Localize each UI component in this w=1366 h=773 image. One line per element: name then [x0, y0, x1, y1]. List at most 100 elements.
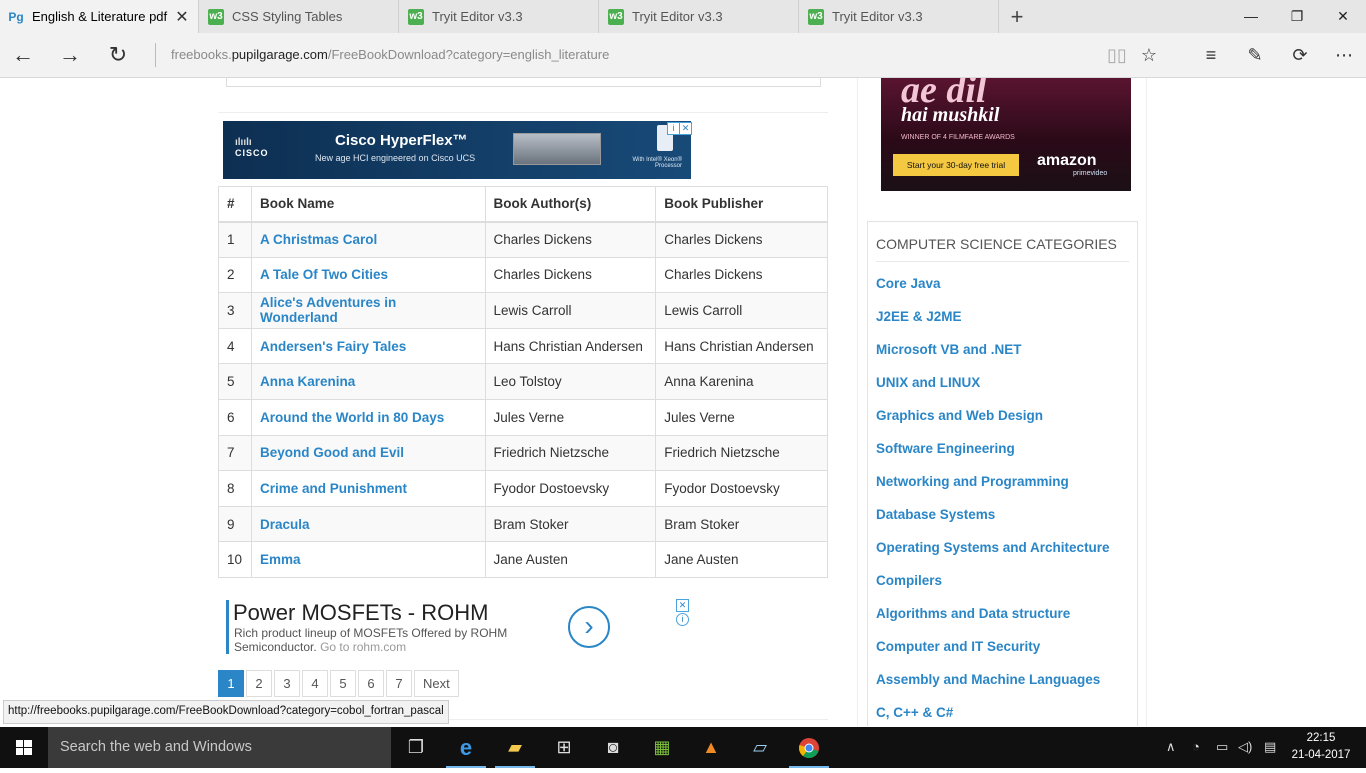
favorite-star-icon[interactable]: ☆ [1131, 33, 1167, 77]
content-box [226, 78, 821, 87]
chevron-right-icon[interactable]: › [568, 606, 610, 648]
taskbar-clock[interactable]: 22:15 21-04-2017 [1286, 730, 1356, 764]
ad-close-icon[interactable]: ✕ [679, 122, 692, 135]
tab-title: Tryit Editor v3.3 [632, 9, 723, 24]
divider [876, 261, 1129, 262]
volume-icon[interactable]: ◁) [1238, 739, 1252, 755]
category-link[interactable]: Assembly and Machine Languages [876, 672, 1110, 705]
book-link[interactable]: Emma [250, 541, 486, 578]
address-bar: ← → ↻ freebooks.pupilgarage.com/FreeBook… [0, 33, 1366, 78]
header-publisher: Book Publisher [655, 186, 828, 223]
category-link[interactable]: Algorithms and Data structure [876, 606, 1110, 639]
app-icon[interactable]: ▦ [638, 727, 686, 768]
category-link[interactable]: C, C++ & C# [876, 705, 1110, 726]
tab-tryit-editor-2[interactable]: w3 Tryit Editor v3.3 [600, 0, 799, 33]
category-link[interactable]: J2EE & J2ME [876, 309, 1110, 342]
refresh-icon[interactable]: ↻ [95, 33, 141, 77]
tab-css-styling-tables[interactable]: w3 CSS Styling Tables [200, 0, 399, 33]
row-publisher: Anna Karenina [655, 363, 828, 400]
row-author: Bram Stoker [484, 505, 657, 543]
table-row: 3 Alice's Adventures in Wonderland Lewis… [218, 292, 828, 329]
chevron-up-icon[interactable]: ∧ [1166, 739, 1176, 755]
prime-video-ad[interactable]: ae dil hai mushkil WINNER OF 4 FILMFARE … [881, 78, 1131, 191]
page-7-button[interactable]: 7 [386, 670, 412, 697]
file-explorer-icon[interactable]: ▰ [491, 727, 539, 768]
url-separator [155, 43, 156, 67]
minimize-icon[interactable]: — [1228, 0, 1274, 33]
category-link[interactable]: UNIX and LINUX [876, 375, 1110, 408]
tab-title: CSS Styling Tables [232, 9, 343, 24]
share-icon[interactable]: ⟳ [1282, 33, 1318, 77]
category-link[interactable]: Software Engineering [876, 441, 1110, 474]
row-number: 1 [218, 221, 252, 258]
ad-title[interactable]: Power MOSFETs - ROHM [233, 600, 488, 626]
windows-start-button[interactable] [0, 727, 48, 768]
category-link[interactable]: Operating Systems and Architecture [876, 540, 1110, 573]
book-link[interactable]: Anna Karenina [250, 363, 486, 400]
chrome-icon[interactable] [785, 727, 833, 768]
tab-english-literature[interactable]: Pg English & Literature pdf ✕ [0, 0, 199, 33]
forward-icon[interactable]: → [47, 33, 93, 77]
free-trial-button[interactable]: Start your 30-day free trial [893, 154, 1019, 176]
more-icon[interactable]: ⋯ [1326, 33, 1362, 77]
category-link[interactable]: Microsoft VB and .NET [876, 342, 1110, 375]
category-link[interactable]: Core Java [876, 276, 1110, 309]
book-link[interactable]: Around the World in 80 Days [250, 398, 486, 436]
page-2-button[interactable]: 2 [246, 670, 272, 697]
rohm-ad[interactable]: Power MOSFETs - ROHM Rich product lineup… [226, 598, 694, 658]
battery-icon[interactable]: ▭ [1216, 739, 1228, 755]
ad-link[interactable]: Go to rohm.com [320, 640, 406, 654]
book-link[interactable]: Alice's Adventures in Wonderland [250, 292, 486, 329]
book-link[interactable]: Andersen's Fairy Tales [250, 327, 486, 365]
category-link[interactable]: Computer and IT Security [876, 639, 1110, 672]
page-3-button[interactable]: 3 [274, 670, 300, 697]
notes-icon[interactable]: ▱ [736, 727, 784, 768]
camera-icon[interactable]: ◙ [589, 727, 637, 768]
row-number: 7 [218, 434, 252, 472]
category-link[interactable]: Database Systems [876, 507, 1110, 540]
tab-tryit-editor-3[interactable]: w3 Tryit Editor v3.3 [800, 0, 999, 33]
store-icon[interactable]: ⊞ [540, 727, 588, 768]
vlc-icon[interactable]: ▲ [687, 727, 735, 768]
hub-icon[interactable]: ≡ [1193, 33, 1229, 77]
url-field[interactable]: freebooks.pupilgarage.com/FreeBookDownlo… [171, 33, 609, 77]
notification-icon[interactable]: ▤ [1264, 739, 1276, 755]
book-link[interactable]: A Tale Of Two Cities [250, 256, 486, 294]
window-close-icon[interactable]: ✕ [1320, 0, 1366, 33]
page-5-button[interactable]: 5 [330, 670, 356, 697]
tab-tryit-editor-1[interactable]: w3 Tryit Editor v3.3 [400, 0, 599, 33]
edge-icon[interactable]: e [442, 727, 490, 768]
amazon-logo: amazon [1037, 152, 1097, 169]
ad-close-icon[interactable]: ✕ [676, 599, 689, 612]
close-icon[interactable]: ✕ [172, 7, 192, 27]
row-author: Charles Dickens [484, 256, 657, 294]
category-link[interactable]: Networking and Programming [876, 474, 1110, 507]
book-link[interactable]: Dracula [250, 505, 486, 543]
wifi-icon[interactable]: ◔ [1192, 739, 1200, 754]
table-row: 2 A Tale Of Two Cities Charles Dickens C… [218, 256, 828, 294]
pg-icon: Pg [8, 9, 24, 24]
category-link[interactable]: Graphics and Web Design [876, 408, 1110, 441]
page-1-button[interactable]: 1 [218, 670, 244, 697]
category-link[interactable]: Compilers [876, 573, 1110, 606]
table-row: 1 A Christmas Carol Charles Dickens Char… [218, 221, 828, 258]
book-link[interactable]: Crime and Punishment [250, 470, 486, 507]
back-icon[interactable]: ← [0, 33, 46, 77]
taskbar-search[interactable]: Search the web and Windows [48, 727, 391, 768]
cisco-ad-banner[interactable]: ılıılı CISCO Cisco HyperFlex™ New age HCI… [223, 121, 692, 179]
reading-view-icon[interactable]: ▯▯ [1099, 33, 1135, 77]
row-number: 5 [218, 363, 252, 400]
header-number: # [218, 186, 252, 223]
restore-icon[interactable]: ❐ [1274, 0, 1320, 33]
web-note-icon[interactable]: ✎ [1237, 33, 1273, 77]
next-page-button[interactable]: Next [414, 670, 459, 697]
page-content: ılıılı CISCO Cisco HyperFlex™ New age HCI… [0, 78, 1366, 726]
ad-info-icon[interactable]: i [676, 613, 689, 626]
windows-logo-icon [16, 740, 32, 755]
book-link[interactable]: Beyond Good and Evil [250, 434, 486, 472]
page-4-button[interactable]: 4 [302, 670, 328, 697]
book-link[interactable]: A Christmas Carol [250, 221, 486, 258]
new-tab-icon[interactable]: + [1004, 4, 1030, 30]
task-view-icon[interactable]: ❐ [392, 727, 440, 768]
page-6-button[interactable]: 6 [358, 670, 384, 697]
